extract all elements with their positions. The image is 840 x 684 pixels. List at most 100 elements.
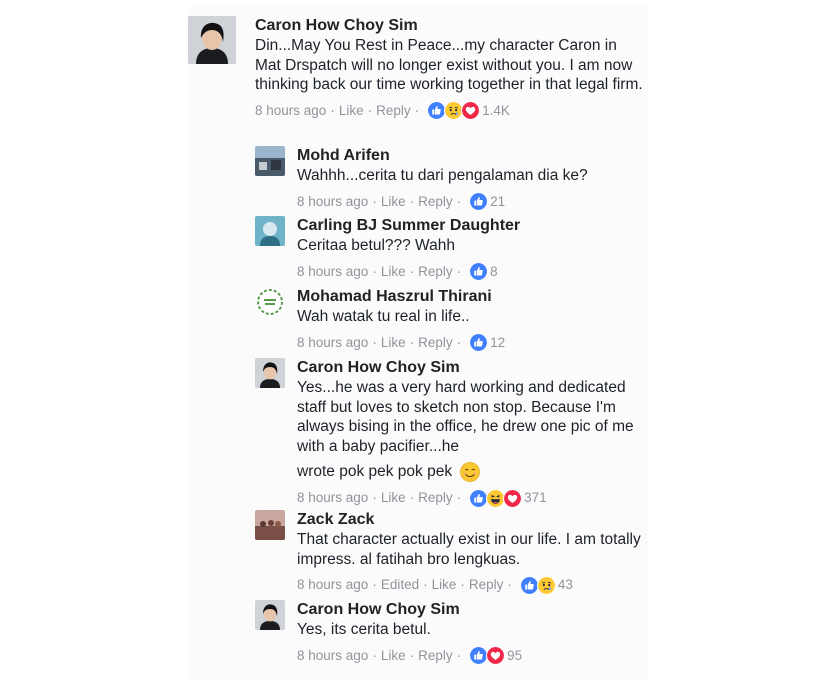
comment-text: That character actually exist in our lif… <box>297 531 641 568</box>
reaction-count: 43 <box>557 577 573 592</box>
smile-emoji-icon <box>460 462 481 482</box>
avatar[interactable] <box>255 216 285 246</box>
like-icon <box>469 262 489 281</box>
separator-dot: · <box>414 102 420 118</box>
comments-panel: Caron How Choy Sim Din...May You Rest in… <box>188 6 648 680</box>
reaction-summary[interactable]: 43 <box>519 575 573 595</box>
reaction-count: 371 <box>524 490 547 505</box>
sad-icon <box>536 575 556 595</box>
reply-link[interactable]: Reply <box>418 192 453 212</box>
separator-dot: · <box>456 490 462 505</box>
separator-dot: · <box>372 334 377 350</box>
comment-meta: 8 hours ago · Like · Reply · 12 <box>297 333 645 353</box>
reply-link[interactable]: Reply <box>418 333 453 353</box>
like-icon <box>469 333 489 352</box>
user-avatar-photo <box>255 358 285 388</box>
comment-text-end: wrote pok pek pok pek <box>297 463 453 481</box>
comment-text: Yes...he was a very hard working and ded… <box>297 379 634 455</box>
avatar[interactable] <box>255 287 285 317</box>
like-link[interactable]: Like <box>381 646 406 666</box>
comment-author[interactable]: Mohamad Haszrul Thirani <box>297 287 645 307</box>
avatar[interactable] <box>255 358 285 388</box>
comment-author[interactable]: Caron How Choy Sim <box>297 358 645 378</box>
comment-meta: 8 hours ago · Like · Reply · 371 <box>297 488 645 508</box>
comment-timestamp[interactable]: 8 hours ago <box>297 192 368 212</box>
edited-label[interactable]: Edited <box>381 575 419 595</box>
comment-timestamp[interactable]: 8 hours ago <box>297 575 368 595</box>
reaction-summary[interactable]: 8 <box>469 262 498 282</box>
love-icon <box>503 488 523 508</box>
separator-dot: · <box>372 577 377 592</box>
comment-meta: 8 hours ago · Like · Reply · 21 <box>297 192 645 212</box>
separator-dot: · <box>372 490 377 505</box>
reply-link[interactable]: Reply <box>469 575 504 595</box>
comment-timestamp[interactable]: 8 hours ago <box>255 101 326 121</box>
avatar[interactable] <box>255 146 285 176</box>
like-link[interactable]: Like <box>381 333 406 353</box>
like-link[interactable]: Like <box>339 101 364 121</box>
separator-dot: · <box>330 102 335 118</box>
reaction-count: 21 <box>490 193 506 209</box>
avatar[interactable] <box>255 510 285 540</box>
comment-author[interactable]: Zack Zack <box>297 510 645 530</box>
user-avatar-photo <box>255 216 285 246</box>
separator-dot: · <box>423 577 428 592</box>
comment-timestamp[interactable]: 8 hours ago <box>297 262 368 282</box>
like-link[interactable]: Like <box>432 575 457 595</box>
comment-meta: 8 hours ago · Edited · Like · Reply · 43 <box>297 575 645 595</box>
user-avatar-logo <box>255 287 285 317</box>
reply-link[interactable]: Reply <box>418 262 453 282</box>
comment-meta: 8 hours ago · Like · Reply · 8 <box>297 262 645 282</box>
reaction-count: 12 <box>490 334 506 350</box>
user-avatar-photo <box>255 510 285 540</box>
reply-link[interactable]: Reply <box>376 101 411 121</box>
comment-text: Din...May You Rest in Peace...my charact… <box>255 37 643 93</box>
love-icon <box>461 101 481 120</box>
comment-timestamp[interactable]: 8 hours ago <box>297 646 368 666</box>
comment-author[interactable]: Caron How Choy Sim <box>255 16 645 36</box>
reaction-summary[interactable]: 12 <box>469 333 505 353</box>
user-avatar-photo <box>188 16 236 64</box>
comment-author[interactable]: Caron How Choy Sim <box>297 600 645 620</box>
like-link[interactable]: Like <box>381 262 406 282</box>
comment-timestamp[interactable]: 8 hours ago <box>297 333 368 353</box>
separator-dot: · <box>460 577 465 592</box>
comment-meta: 8 hours ago · Like · Reply · 1.4K <box>255 101 645 121</box>
reaction-summary[interactable]: 95 <box>469 646 522 666</box>
separator-dot: · <box>409 647 415 663</box>
separator-dot: · <box>409 263 415 279</box>
reply-link[interactable]: Reply <box>418 646 453 666</box>
like-link[interactable]: Like <box>381 488 406 508</box>
comment-text: Yes, its cerita betul. <box>297 621 431 638</box>
separator-dot: · <box>372 647 377 663</box>
comment-text-line: wrote pok pek pok pek <box>297 462 645 482</box>
reaction-count: 8 <box>490 263 498 279</box>
comment-text: Ceritaa betul??? Wahh <box>297 237 455 254</box>
like-link[interactable]: Like <box>381 192 406 212</box>
user-avatar-photo <box>255 600 285 630</box>
avatar[interactable] <box>188 16 236 64</box>
comment-timestamp[interactable]: 8 hours ago <box>297 488 368 508</box>
comment-meta: 8 hours ago · Like · Reply · 95 <box>297 646 645 666</box>
love-icon <box>486 646 506 665</box>
reaction-summary[interactable]: 21 <box>469 192 505 212</box>
separator-dot: · <box>372 193 377 209</box>
reaction-count: 95 <box>507 647 523 663</box>
separator-dot: · <box>456 263 462 279</box>
separator-dot: · <box>456 647 462 663</box>
reaction-summary[interactable]: 1.4K <box>427 101 510 121</box>
separator-dot: · <box>409 490 415 505</box>
comment-author[interactable]: Mohd Arifen <box>297 146 645 166</box>
reaction-count: 1.4K <box>482 102 510 118</box>
separator-dot: · <box>507 577 512 592</box>
separator-dot: · <box>372 263 377 279</box>
separator-dot: · <box>367 102 373 118</box>
avatar[interactable] <box>255 600 285 630</box>
reaction-summary[interactable]: 371 <box>469 488 547 508</box>
comment-text: Wah watak tu real in life.. <box>297 308 470 325</box>
like-icon <box>469 192 489 211</box>
reply-link[interactable]: Reply <box>418 488 453 508</box>
comment-text: Wahhh...cerita tu dari pengalaman dia ke… <box>297 167 588 184</box>
separator-dot: · <box>409 334 415 350</box>
comment-author[interactable]: Carling BJ Summer Daughter <box>297 216 645 236</box>
